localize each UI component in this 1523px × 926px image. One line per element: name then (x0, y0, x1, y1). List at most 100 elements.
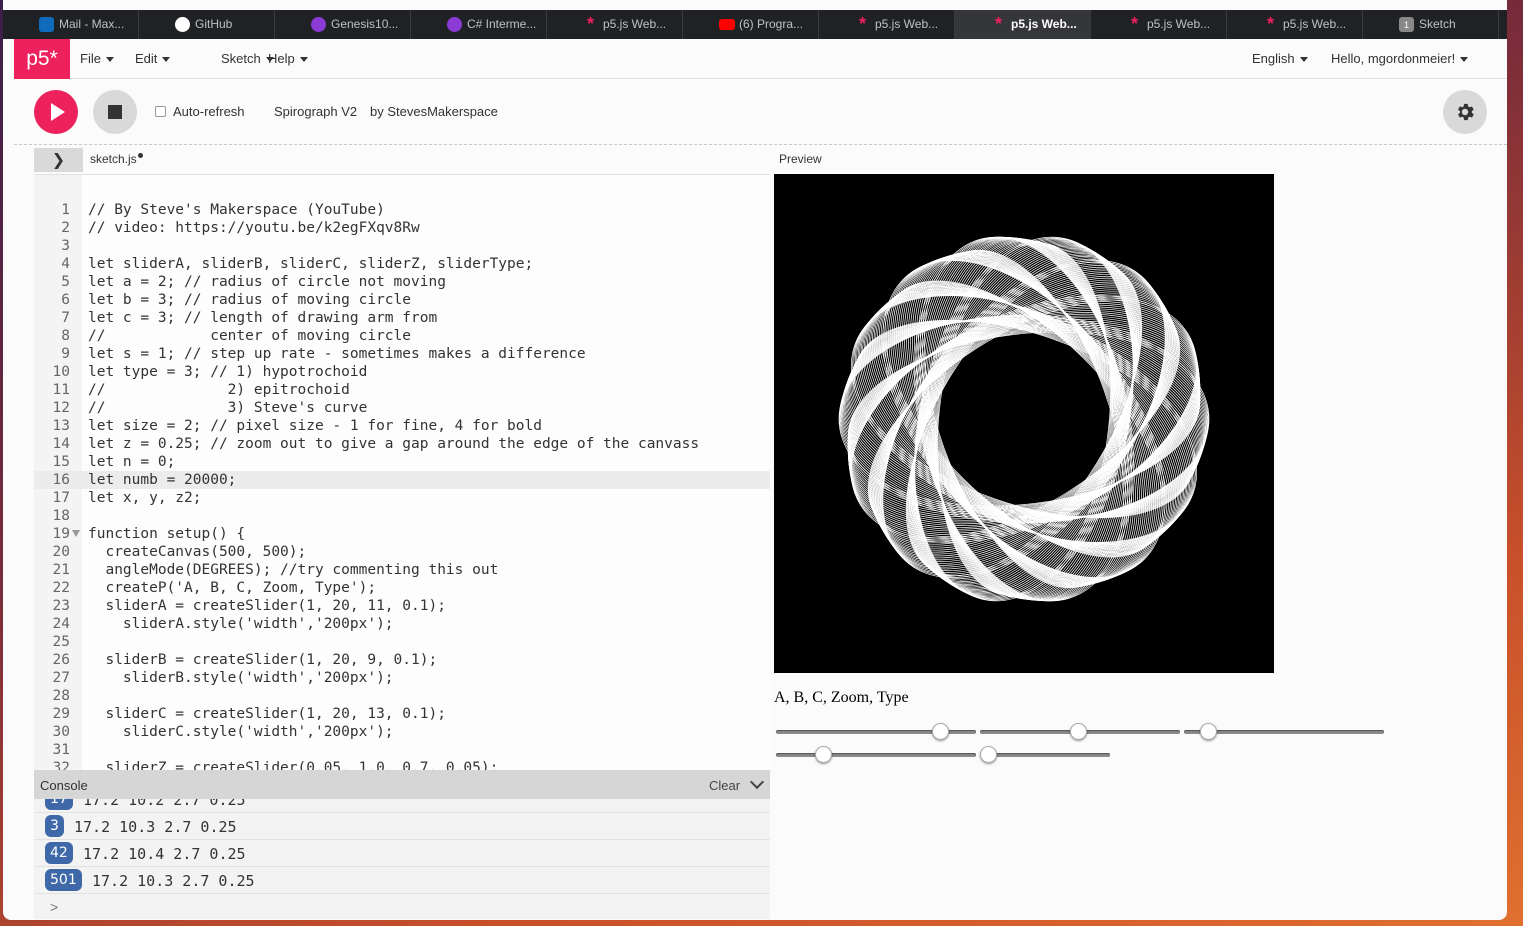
auto-refresh-checkbox[interactable] (155, 106, 166, 117)
slider-type[interactable] (980, 746, 1110, 763)
browser-tab[interactable]: * p5.js Web... (819, 10, 955, 39)
code-line[interactable]: 5 let a = 2; // radius of circle not movi… (34, 273, 770, 291)
code-line[interactable]: 32 sliderZ = createSlider(0.05, 1.0, 0.7… (34, 759, 770, 770)
code-line[interactable]: 17 let x, y, z2; (34, 489, 770, 507)
code-line[interactable]: 4 let sliderA, sliderB, sliderC, sliderZ,… (34, 255, 770, 273)
code-text: let b = 3; // radius of moving circle (88, 292, 412, 308)
line-number: 2 (61, 220, 70, 236)
code-line[interactable]: 22 createP('A, B, C, Zoom, Type'); (34, 579, 770, 597)
chevron-down-icon[interactable] (749, 774, 765, 790)
code-line[interactable]: 10 let type = 3; // 1) hypotrochoid (34, 363, 770, 381)
code-line[interactable]: 31 (34, 741, 770, 759)
stop-button[interactable] (93, 90, 137, 134)
repeat-count-badge: 42 (45, 842, 73, 864)
slider-zoom[interactable] (776, 746, 976, 763)
code-text: sliderC.style('width','200px'); (88, 724, 394, 740)
code-line[interactable]: 28 (34, 687, 770, 705)
code-line[interactable]: 6 let b = 3; // radius of moving circle (34, 291, 770, 309)
p5-logo[interactable]: p5* (14, 39, 70, 79)
code-line[interactable]: 30 sliderC.style('width','200px'); (34, 723, 770, 741)
fold-arrow-icon[interactable] (72, 530, 80, 537)
code-text: sliderC = createSlider(1, 20, 13, 0.1); (88, 706, 446, 722)
menu-file-label: File (80, 51, 101, 66)
code-line[interactable]: 19 function setup() { (34, 525, 770, 543)
sketch-name[interactable]: Spirograph V2 (274, 104, 357, 119)
browser-tab[interactable]: * p5.js Web... (1227, 10, 1363, 39)
code-line[interactable]: 1 // By Steve's Makerspace (YouTube) (34, 201, 770, 219)
code-line[interactable]: 13 let size = 2; // pixel size - 1 for fi… (34, 417, 770, 435)
code-line[interactable]: 3 (34, 237, 770, 255)
browser-tab-title: p5.js Web... (1147, 17, 1211, 31)
code-line[interactable]: 21 angleMode(DEGREES); //try commenting … (34, 561, 770, 579)
browser-tab[interactable]: Mail - Max... (3, 10, 139, 39)
code-text: // By Steve's Makerspace (YouTube) (88, 202, 385, 218)
code-line[interactable]: 14 let z = 0.25; // zoom out to give a ga… (34, 435, 770, 453)
console-prompt[interactable]: > (50, 899, 58, 915)
code-line[interactable]: 18 (34, 507, 770, 525)
slider-thumb[interactable] (1200, 723, 1218, 740)
code-line[interactable]: 23 sliderA = createSlider(1, 20, 11, 0.1… (34, 597, 770, 615)
slider-thumb[interactable] (980, 746, 997, 763)
user-menu[interactable]: Hello, mgordonmeier! (1331, 51, 1469, 66)
line-number: 27 (52, 670, 70, 686)
browser-tab[interactable]: * p5.js Web... (955, 10, 1091, 39)
browser-tab[interactable]: 1 Sketch (1363, 10, 1499, 39)
spiro-center (942, 337, 1106, 501)
code-line[interactable]: 16 let numb = 20000; (34, 471, 770, 489)
language-menu[interactable]: English (1252, 51, 1308, 66)
sketch-author[interactable]: by StevesMakerspace (370, 104, 498, 119)
code-text: // center of moving circle (88, 328, 412, 344)
menu-edit-label: Edit (135, 51, 158, 66)
browser-tab[interactable]: C# Interme... (411, 10, 547, 39)
code-line[interactable]: 15 let n = 0; (34, 453, 770, 471)
auto-refresh-label[interactable]: Auto-refresh (173, 104, 245, 119)
line-number: 14 (52, 436, 70, 452)
menu-edit[interactable]: Edit (135, 51, 171, 66)
code-line[interactable]: 8 // center of moving circle (34, 327, 770, 345)
repeat-count-badge: 3 (45, 815, 64, 837)
code-text: // video: https://youtu.be/k2egFXqv8Rw (88, 220, 420, 236)
browser-tab[interactable]: * p5.js Web... (1091, 10, 1227, 39)
console-clear-button[interactable]: Clear (709, 778, 740, 793)
browser-tab[interactable]: * p5.js Web... (547, 10, 683, 39)
slider-thumb[interactable] (1069, 723, 1087, 740)
code-line[interactable]: 12 // 3) Steve's curve (34, 399, 770, 417)
p5-asterisk-icon: * (1266, 14, 1274, 34)
code-line[interactable]: 2 // video: https://youtu.be/k2egFXqv8Rw (34, 219, 770, 237)
code-line[interactable]: 29 sliderC = createSlider(1, 20, 13, 0.1… (34, 705, 770, 723)
menu-file[interactable]: File (80, 51, 114, 66)
file-tab[interactable]: sketch.js (90, 152, 143, 166)
code-line[interactable]: 9 let s = 1; // step up rate - sometimes … (34, 345, 770, 363)
line-number: 31 (52, 742, 70, 758)
browser-tab[interactable]: GitHub (139, 10, 275, 39)
code-line[interactable]: 26 sliderB = createSlider(1, 20, 9, 0.1)… (34, 651, 770, 669)
play-button[interactable] (34, 90, 78, 134)
menu-help[interactable]: Help (268, 51, 308, 66)
slider-thumb[interactable] (814, 746, 832, 763)
code-line[interactable]: 24 sliderA.style('width','200px'); (34, 615, 770, 633)
user-greeting: Hello, mgordonmeier! (1331, 51, 1456, 66)
code-text: let a = 2; // radius of circle not movin… (88, 274, 446, 290)
sketch-canvas[interactable] (774, 174, 1274, 673)
browser-tab[interactable]: (6) Progra... (683, 10, 819, 39)
slider-c[interactable] (1184, 723, 1384, 740)
console-message: 17.2 10.2 2.7 0.25 (83, 799, 246, 809)
menu-sketch[interactable]: Sketch (221, 51, 274, 66)
code-line[interactable]: 11 // 2) epitrochoid (34, 381, 770, 399)
line-number: 22 (52, 580, 70, 596)
sketch-toolbar: Auto-refresh Spirograph V2 by StevesMake… (14, 80, 1507, 145)
slider-thumb[interactable] (932, 723, 950, 740)
code-line[interactable]: 27 sliderB.style('width','200px'); (34, 669, 770, 687)
chevron-down-icon (299, 57, 308, 63)
settings-button[interactable] (1443, 90, 1487, 134)
code-line[interactable]: 7 let c = 3; // length of drawing arm fro… (34, 309, 770, 327)
code-text: sliderB.style('width','200px'); (88, 670, 394, 686)
slider-a[interactable] (776, 723, 976, 740)
code-text: let numb = 20000; (88, 472, 237, 488)
sidebar-toggle-button[interactable]: ❯ (34, 148, 83, 172)
slider-b[interactable] (980, 723, 1180, 740)
browser-tab[interactable]: Genesis10... (275, 10, 411, 39)
code-editor[interactable]: 1 // By Steve's Makerspace (YouTube) 2 // v… (34, 174, 770, 770)
code-line[interactable]: 20 createCanvas(500, 500); (34, 543, 770, 561)
code-line[interactable]: 25 (34, 633, 770, 651)
